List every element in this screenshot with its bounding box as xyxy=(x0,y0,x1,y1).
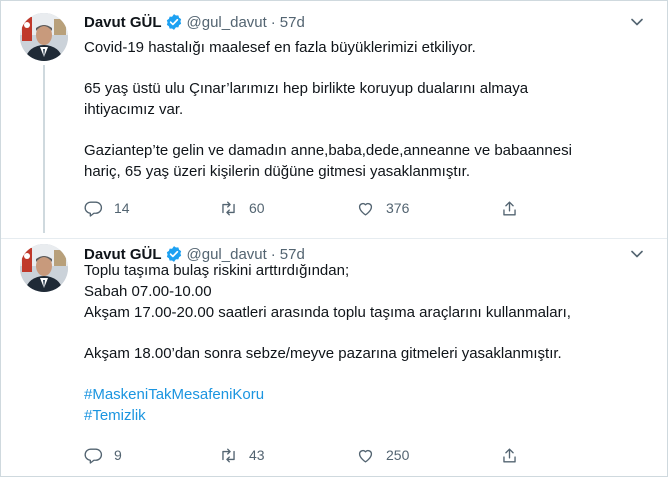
timeline: Davut GÜL @gul_davut · 57d Covid-19 hast… xyxy=(0,0,668,477)
tweet-text-line: Akşam 18.00’dan sonra sebze/meyve pazarı… xyxy=(84,345,562,362)
timestamp[interactable]: 57d xyxy=(280,14,305,31)
tweet-header: Davut GÜL @gul_davut · 57d xyxy=(84,11,305,33)
share-icon xyxy=(503,200,516,216)
retweet-count: 60 xyxy=(249,200,265,216)
heart-icon xyxy=(358,449,373,463)
share-button[interactable] xyxy=(500,197,519,219)
tweet-text-line: ihtiyacımız var. xyxy=(84,101,184,118)
tweet-text-line: Covid-19 hastalığı maalesef en fazla büy… xyxy=(84,39,476,56)
tweet-text-line: Sabah 07.00-10.00 xyxy=(84,283,212,300)
retweet-button[interactable]: 43 xyxy=(219,444,265,466)
share-button[interactable] xyxy=(500,444,519,466)
reply-count: 9 xyxy=(114,447,122,463)
tweet-text-line: Gaziantep’te gelin ve damadın anne,baba,… xyxy=(84,142,572,159)
reply-button[interactable]: 9 xyxy=(84,444,122,466)
reply-icon xyxy=(84,447,103,464)
like-count: 376 xyxy=(386,200,410,216)
tweet-actions: 9 43 250 xyxy=(84,444,524,466)
tweet-actions: 14 60 376 xyxy=(84,197,524,219)
like-button[interactable]: 376 xyxy=(356,197,409,219)
share-icon xyxy=(503,447,516,463)
avatar[interactable] xyxy=(20,13,68,61)
separator-dot: · xyxy=(270,13,276,31)
tweet[interactable]: Davut GÜL @gul_davut · 57d Toplu taşıma … xyxy=(1,239,667,476)
like-button[interactable]: 250 xyxy=(356,444,409,466)
like-count: 250 xyxy=(386,447,410,463)
retweet-icon xyxy=(222,200,235,216)
tweet[interactable]: Davut GÜL @gul_davut · 57d Covid-19 hast… xyxy=(1,1,667,239)
verified-badge-icon xyxy=(165,13,183,31)
tweet-text-line: 65 yaş üstü ulu Çınar’larımızı hep birli… xyxy=(84,80,529,97)
tweet-text-line: Akşam 17.00-20.00 saatleri arasında topl… xyxy=(84,304,571,321)
hashtag-link[interactable]: #Temizlik xyxy=(84,405,654,426)
retweet-button[interactable]: 60 xyxy=(219,197,265,219)
retweet-count: 43 xyxy=(249,447,265,463)
display-name[interactable]: Davut GÜL xyxy=(84,14,162,31)
reply-icon xyxy=(84,200,103,217)
thread-connector-line xyxy=(43,65,45,233)
heart-icon xyxy=(358,202,373,216)
reply-button[interactable]: 14 xyxy=(84,197,130,219)
avatar[interactable] xyxy=(20,244,68,292)
hashtag-link[interactable]: #MaskeniTakMesafeniKoru xyxy=(84,384,654,405)
user-handle[interactable]: @gul_davut xyxy=(187,14,267,31)
retweet-icon xyxy=(222,447,235,463)
reply-count: 14 xyxy=(114,200,130,216)
tweet-text-line: hariç, 65 yaş üzeri kişilerin düğüne git… xyxy=(84,163,471,180)
chevron-down-icon[interactable] xyxy=(629,14,645,30)
tweet-text: Covid-19 hastalığı maalesef en fazla büy… xyxy=(84,37,654,182)
tweet-text-line: Toplu taşıma bulaş riskini arttırdığında… xyxy=(84,262,350,279)
tweet-text: Toplu taşıma bulaş riskini arttırdığında… xyxy=(84,260,654,426)
